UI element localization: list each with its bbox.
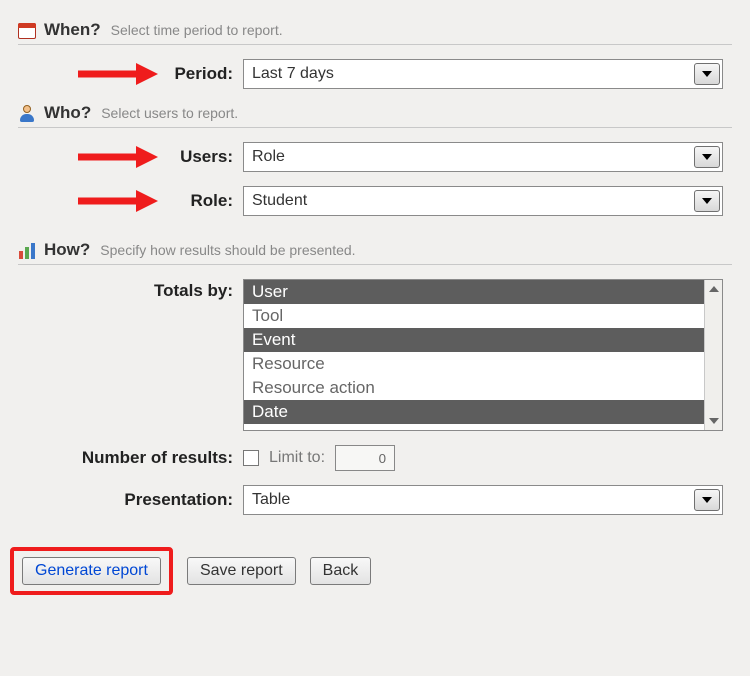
calendar-icon: [18, 21, 36, 39]
users-select[interactable]: Role: [243, 142, 723, 172]
totals-option[interactable]: Date: [244, 400, 704, 424]
section-how: How? Specify how results should be prese…: [18, 240, 732, 265]
annotation-arrow-icon: [78, 144, 158, 170]
role-value: Student: [252, 192, 307, 210]
users-row: Users: Role: [18, 142, 732, 172]
when-hint: Select time period to report.: [111, 22, 283, 38]
user-icon: [18, 104, 36, 122]
num-results-label: Number of results:: [18, 448, 243, 468]
chevron-down-icon: [694, 190, 720, 212]
presentation-select[interactable]: Table: [243, 485, 723, 515]
num-results-row: Number of results: Limit to:: [18, 445, 732, 471]
limit-to-checkbox[interactable]: [243, 450, 259, 466]
chevron-down-icon: [694, 489, 720, 511]
role-row: Role: Student: [18, 186, 732, 216]
period-select[interactable]: Last 7 days: [243, 59, 723, 89]
scrollbar[interactable]: [704, 280, 722, 430]
section-when: When? Select time period to report.: [18, 20, 732, 45]
users-value: Role: [252, 148, 285, 166]
annotation-highlight: Generate report: [10, 547, 173, 595]
section-who: Who? Select users to report.: [18, 103, 732, 128]
period-row: Period: Last 7 days: [18, 59, 732, 89]
presentation-value: Table: [252, 491, 290, 509]
totals-option[interactable]: Tool: [244, 304, 704, 328]
totals-row: Totals by: UserToolEventResourceResource…: [18, 279, 732, 431]
presentation-label: Presentation:: [18, 490, 243, 510]
who-hint: Select users to report.: [101, 105, 238, 121]
period-value: Last 7 days: [252, 65, 334, 83]
presentation-row: Presentation: Table: [18, 485, 732, 515]
how-hint: Specify how results should be presented.: [100, 242, 355, 258]
chevron-down-icon: [694, 63, 720, 85]
save-report-button[interactable]: Save report: [187, 557, 296, 585]
how-title: How?: [44, 240, 90, 260]
totals-option[interactable]: Event: [244, 328, 704, 352]
generate-report-button[interactable]: Generate report: [22, 557, 161, 585]
totals-listbox[interactable]: UserToolEventResourceResource actionDate: [243, 279, 723, 431]
limit-to-input[interactable]: [335, 445, 395, 471]
role-select[interactable]: Student: [243, 186, 723, 216]
totals-label: Totals by:: [18, 279, 243, 301]
annotation-arrow-icon: [78, 188, 158, 214]
who-title: Who?: [44, 103, 91, 123]
scroll-up-icon[interactable]: [705, 280, 722, 298]
back-button[interactable]: Back: [310, 557, 372, 585]
limit-to-label: Limit to:: [269, 449, 325, 467]
chevron-down-icon: [694, 146, 720, 168]
when-title: When?: [44, 20, 101, 40]
scroll-down-icon[interactable]: [705, 412, 722, 430]
totals-option[interactable]: Resource: [244, 352, 704, 376]
totals-option[interactable]: Resource action: [244, 376, 704, 400]
bar-chart-icon: [18, 241, 36, 259]
totals-option[interactable]: User: [244, 280, 704, 304]
button-row: Generate report Save report Back: [18, 547, 732, 595]
annotation-arrow-icon: [78, 61, 158, 87]
